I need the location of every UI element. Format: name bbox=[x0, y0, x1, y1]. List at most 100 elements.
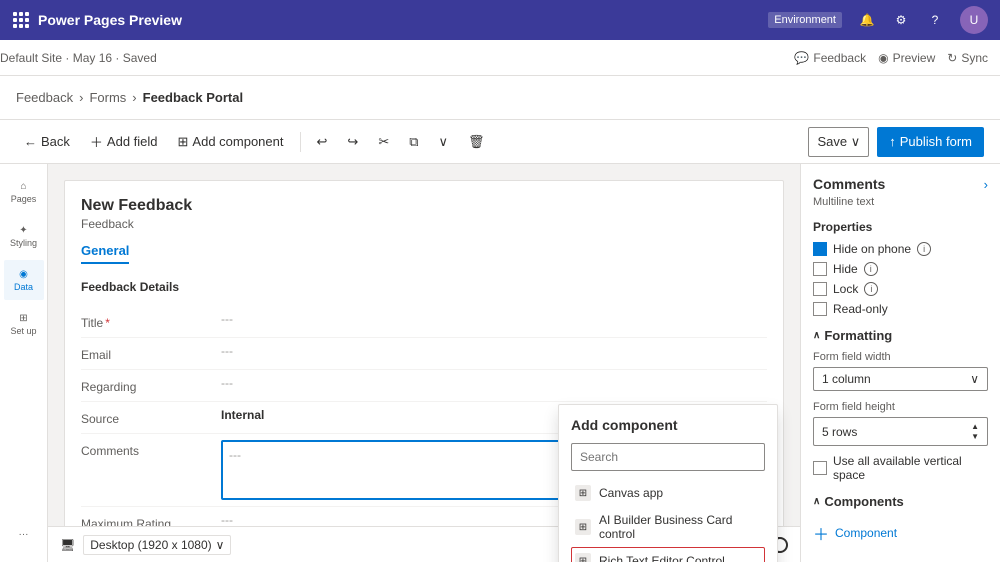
list-item[interactable]: ⊞ Canvas app bbox=[571, 479, 765, 507]
top-nav-bar: Power Pages Preview Environment 🔔 ⚙ ? U bbox=[0, 0, 1000, 40]
field-label-comments: Comments bbox=[81, 440, 221, 458]
styling-icon: ✦ bbox=[19, 225, 27, 236]
panel-title: Comments bbox=[813, 176, 885, 192]
field-value-regarding[interactable]: --- bbox=[221, 376, 767, 390]
add-component-button[interactable]: ⊞ Add component bbox=[170, 127, 292, 157]
search-input[interactable] bbox=[571, 443, 765, 471]
sidebar-item-more[interactable]: ··· bbox=[4, 514, 44, 554]
breadcrumb-item-2[interactable]: Forms bbox=[89, 90, 126, 105]
save-dropdown-icon: ∨ bbox=[851, 134, 861, 149]
app-grid-icon[interactable] bbox=[12, 11, 30, 29]
add-field-icon: ＋ bbox=[90, 132, 103, 151]
prop-row-readonly: Read-only bbox=[813, 302, 988, 316]
delete-button[interactable]: 🗑 bbox=[460, 127, 493, 157]
hide-checkbox[interactable] bbox=[813, 262, 827, 276]
env-label: Environment bbox=[768, 12, 842, 28]
components-section: ∧ Components ＋ Component bbox=[813, 494, 988, 549]
monitor-icon: 🖥 bbox=[60, 538, 75, 552]
breadcrumb-sep-2: › bbox=[132, 90, 136, 105]
undo-button[interactable]: ↩ bbox=[309, 127, 336, 157]
table-row: Title* --- bbox=[81, 306, 767, 338]
publish-button[interactable]: ↑ Publish form bbox=[877, 127, 984, 157]
left-sidebar: ⌂ Pages ✦ Styling ◉ Data ⊞ Set up ··· bbox=[0, 164, 48, 562]
setup-icon: ⊞ bbox=[19, 313, 27, 324]
height-down-icon[interactable]: ▼ bbox=[971, 432, 979, 441]
hide-label: Hide bbox=[833, 262, 858, 276]
formatting-title: Formatting bbox=[824, 328, 892, 343]
field-width-chevron-icon: ∨ bbox=[970, 372, 979, 386]
save-button[interactable]: Save ∨ bbox=[808, 127, 869, 157]
field-value-email[interactable]: --- bbox=[221, 344, 767, 358]
lock-checkbox[interactable] bbox=[813, 282, 827, 296]
prop-row-vertical-space: Use all available vertical space bbox=[813, 454, 988, 482]
panel-expand-icon[interactable]: › bbox=[984, 177, 988, 192]
notification-icon[interactable]: 🔔 bbox=[858, 11, 876, 29]
avatar[interactable]: U bbox=[960, 6, 988, 34]
form-subtitle: Feedback bbox=[81, 217, 767, 231]
form-tab-general[interactable]: General bbox=[81, 243, 129, 264]
field-width-label: Form field width bbox=[813, 351, 988, 363]
more-button[interactable]: ∨ bbox=[431, 127, 457, 157]
components-title: Components bbox=[824, 494, 903, 509]
hide-on-phone-info-icon[interactable]: i bbox=[917, 242, 931, 256]
prop-row-lock: Lock i bbox=[813, 282, 988, 296]
properties-title: Properties bbox=[813, 220, 988, 234]
formatting-section-header[interactable]: ∧ Formatting bbox=[813, 328, 988, 343]
sidebar-item-styling[interactable]: ✦ Styling bbox=[4, 216, 44, 256]
toolbar-separator bbox=[300, 132, 301, 152]
app-title: Power Pages Preview bbox=[38, 12, 760, 28]
panel-header: Comments › bbox=[813, 176, 988, 192]
breadcrumb: Feedback › Forms › Feedback Portal bbox=[0, 76, 1000, 120]
hide-info-icon[interactable]: i bbox=[864, 262, 878, 276]
feedback-icon: 💬 bbox=[794, 51, 809, 65]
field-width-select[interactable]: 1 column ∨ bbox=[813, 367, 988, 391]
sidebar-item-home[interactable]: ⌂ Pages bbox=[4, 172, 44, 212]
field-value-title[interactable]: --- bbox=[221, 312, 767, 326]
field-label-email: Email bbox=[81, 344, 221, 362]
add-component-modal: Add component ⊞ Canvas app ⊞ AI Builder … bbox=[558, 404, 778, 562]
table-row: Regarding --- bbox=[81, 370, 767, 402]
add-field-button[interactable]: ＋ Add field bbox=[82, 127, 166, 157]
vertical-space-checkbox[interactable] bbox=[813, 461, 827, 475]
sync-link[interactable]: ↻ Sync bbox=[947, 51, 988, 65]
panel-subtitle: Multiline text bbox=[813, 196, 988, 208]
canvas-app-icon: ⊞ bbox=[575, 485, 591, 501]
add-component-btn[interactable]: ＋ Component bbox=[813, 517, 988, 549]
breadcrumb-sep-1: › bbox=[79, 90, 83, 105]
settings-icon[interactable]: ⚙ bbox=[892, 11, 910, 29]
sidebar-item-setup[interactable]: ⊞ Set up bbox=[4, 304, 44, 344]
desktop-select[interactable]: Desktop (1920 x 1080) ∨ bbox=[83, 535, 231, 555]
ai-builder-label: AI Builder Business Card control bbox=[599, 513, 761, 541]
hide-on-phone-checkbox[interactable] bbox=[813, 242, 827, 256]
table-row: Email --- bbox=[81, 338, 767, 370]
vertical-space-label: Use all available vertical space bbox=[833, 454, 988, 482]
preview-link[interactable]: ◉ Preview bbox=[878, 51, 935, 65]
toolbar-right: Save ∨ ↑ Publish form bbox=[808, 127, 984, 157]
back-button[interactable]: ← Back bbox=[16, 127, 78, 157]
breadcrumb-item-1[interactable]: Feedback bbox=[16, 90, 73, 105]
second-bar-actions: 💬 Feedback ◉ Preview ↻ Sync bbox=[794, 51, 1000, 65]
main-layout: ⌂ Pages ✦ Styling ◉ Data ⊞ Set up ··· Ne… bbox=[0, 164, 1000, 562]
field-height-select[interactable]: 5 rows ▲ ▼ bbox=[813, 417, 988, 446]
help-icon[interactable]: ? bbox=[926, 11, 944, 29]
properties-section: Properties Hide on phone i Hide i Lock i… bbox=[813, 220, 988, 316]
readonly-checkbox[interactable] bbox=[813, 302, 827, 316]
field-label-regarding: Regarding bbox=[81, 376, 221, 394]
data-icon: ◉ bbox=[19, 269, 28, 280]
section-title: Feedback Details bbox=[81, 276, 767, 298]
canvas-app-label: Canvas app bbox=[599, 486, 663, 500]
height-up-icon[interactable]: ▲ bbox=[971, 422, 979, 431]
list-item[interactable]: ⊞ AI Builder Business Card control bbox=[571, 507, 765, 547]
sidebar-item-data[interactable]: ◉ Data bbox=[4, 260, 44, 300]
modal-title: Add component bbox=[571, 417, 765, 433]
site-status-text: Default Site · May 16 · Saved bbox=[0, 51, 157, 65]
components-section-header[interactable]: ∧ Components bbox=[813, 494, 988, 509]
redo-button[interactable]: ↪ bbox=[339, 127, 366, 157]
copy-button[interactable]: ⧉ bbox=[401, 127, 426, 157]
plus-icon: ＋ bbox=[813, 521, 829, 545]
cut-button[interactable]: ✂ bbox=[370, 127, 397, 157]
lock-info-icon[interactable]: i bbox=[864, 282, 878, 296]
prop-row-hide: Hide i bbox=[813, 262, 988, 276]
feedback-link[interactable]: 💬 Feedback bbox=[794, 51, 866, 65]
list-item-selected[interactable]: ⊞ Rich Text Editor Control bbox=[571, 547, 765, 562]
